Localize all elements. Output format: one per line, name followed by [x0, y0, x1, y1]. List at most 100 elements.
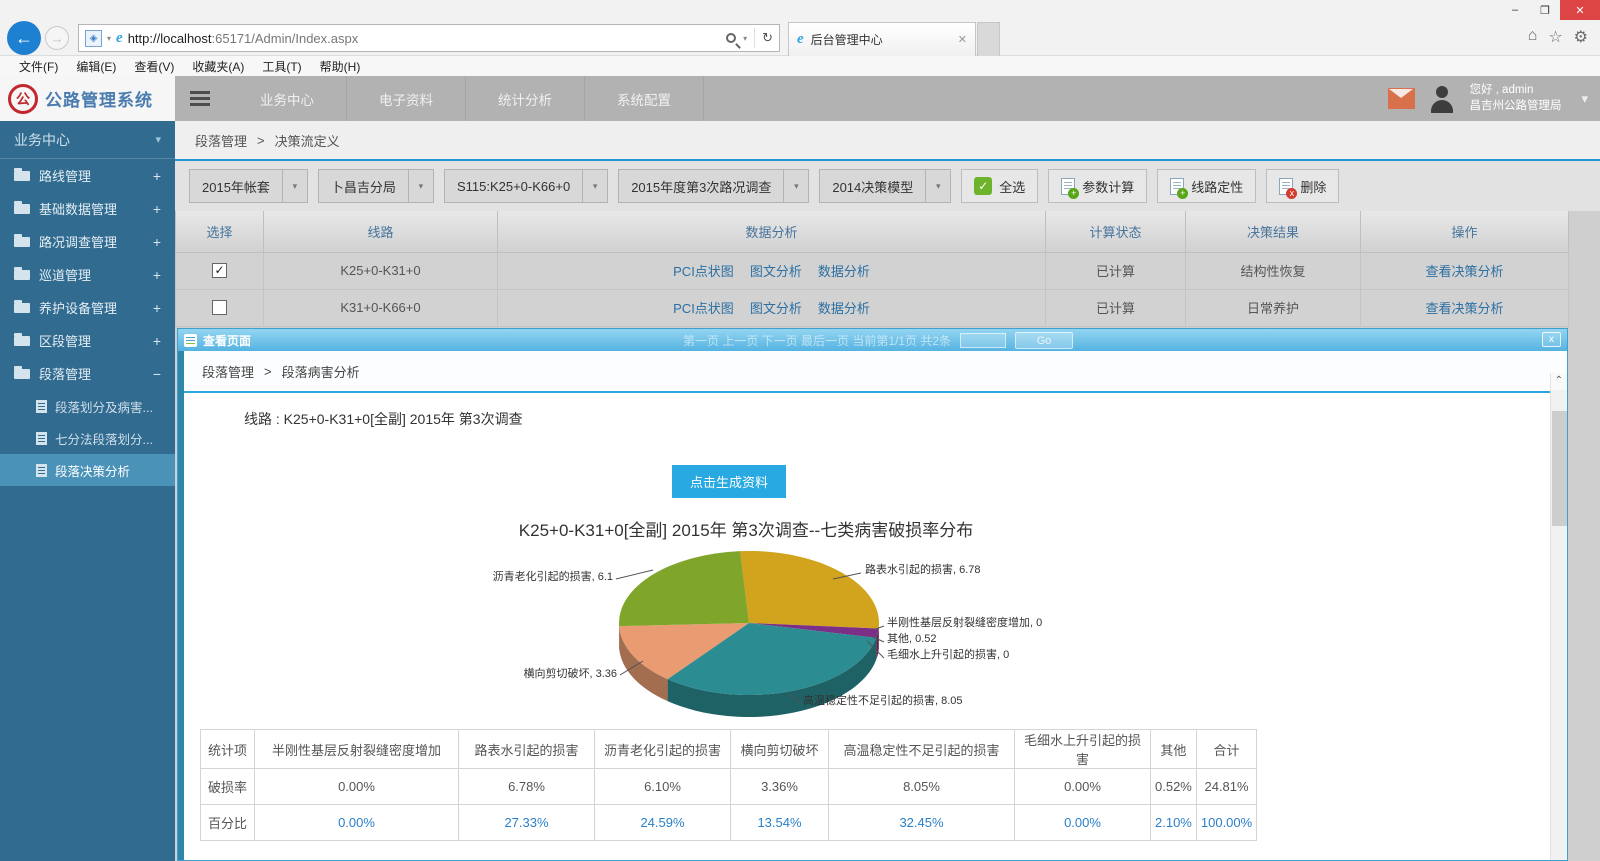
- menu-item-5[interactable]: 工具(T): [253, 58, 310, 75]
- sidebar-item-2[interactable]: 基础数据管理+: [0, 192, 175, 225]
- stats-value: 0.00%: [255, 805, 459, 841]
- sidebar-subitem-3[interactable]: 段落决策分析: [0, 454, 175, 486]
- menu-item-6[interactable]: 帮助(H): [311, 58, 370, 75]
- search-caret-icon[interactable]: ▾: [743, 34, 747, 43]
- stats-value: 24.81%: [1196, 769, 1256, 805]
- refresh-icon[interactable]: ↻: [762, 30, 773, 46]
- chevron-down-icon[interactable]: ▾: [282, 170, 307, 202]
- sidebar-title[interactable]: 业务中心▾: [0, 121, 175, 159]
- chevron-down-icon[interactable]: ▾: [408, 170, 433, 202]
- search-icon[interactable]: [726, 33, 736, 43]
- sidebar-item-1[interactable]: 路线管理+: [0, 159, 175, 192]
- tab-close-icon[interactable]: ✕: [958, 33, 967, 46]
- mail-icon[interactable]: [1388, 88, 1415, 109]
- pie-slice: [619, 551, 749, 626]
- sidebar-item-3[interactable]: 路况调查管理+: [0, 225, 175, 258]
- sidebar-item-7[interactable]: 段落管理−: [0, 357, 175, 390]
- expand-toggle-icon[interactable]: +: [153, 300, 161, 316]
- dropdown-4[interactable]: 2015年度第3次路况调查▾: [618, 169, 809, 203]
- compatibility-icon[interactable]: ◈: [85, 30, 102, 47]
- menu-item-1[interactable]: 文件(F): [10, 58, 67, 75]
- generate-data-button[interactable]: 点击生成资料: [672, 465, 786, 498]
- row-checkbox[interactable]: [212, 300, 227, 315]
- chevron-down-icon[interactable]: ▾: [783, 170, 808, 202]
- expand-toggle-icon[interactable]: +: [153, 267, 161, 283]
- back-button[interactable]: ←: [7, 21, 41, 55]
- expand-toggle-icon[interactable]: +: [153, 168, 161, 184]
- menu-item-2[interactable]: 编辑(E): [67, 58, 125, 75]
- modal-scrollbar[interactable]: ⌃: [1550, 373, 1567, 860]
- top-nav-item-4[interactable]: 系统配置: [585, 76, 704, 121]
- hamburger-menu-icon[interactable]: [190, 91, 210, 106]
- analysis-link-1[interactable]: PCI点状图: [673, 264, 734, 279]
- window-minimize-button[interactable]: –: [1500, 0, 1530, 20]
- window-close-button[interactable]: ✕: [1560, 0, 1600, 20]
- top-nav-item-1[interactable]: 业务中心: [228, 76, 347, 121]
- window-maximize-button[interactable]: ❐: [1530, 0, 1560, 20]
- menu-item-3[interactable]: 查看(V): [125, 58, 183, 75]
- analysis-link-2[interactable]: 图文分析: [750, 264, 802, 279]
- modal-breadcrumb: 段落管理>段落病害分析: [184, 351, 1567, 393]
- user-avatar[interactable]: [1427, 84, 1457, 114]
- user-chevron-down-icon[interactable]: ▾: [1581, 91, 1588, 107]
- tab-title: 后台管理中心: [811, 31, 883, 48]
- app-header: 公 公路管理系统 业务中心电子资料统计分析系统配置 您好 , admin 昌吉州…: [0, 76, 1600, 121]
- chevron-down-icon[interactable]: ▾: [582, 170, 607, 202]
- modal-titlebar[interactable]: 查看页面 第一页 上一页 下一页 最后一页 当前第1/1页 共2条 Go x: [178, 329, 1567, 351]
- forward-button[interactable]: →: [45, 26, 69, 50]
- scroll-up-arrow[interactable]: ⌃: [1551, 373, 1567, 390]
- sidebar-item-5[interactable]: 养护设备管理+: [0, 291, 175, 324]
- toolbar-button-3[interactable]: 线路定性: [1157, 169, 1256, 203]
- sidebar-subitem-1[interactable]: 段落划分及病害...: [0, 390, 175, 422]
- home-icon[interactable]: ⌂: [1528, 27, 1538, 47]
- expand-toggle-icon[interactable]: +: [153, 234, 161, 250]
- page-number-input[interactable]: [960, 333, 1006, 348]
- sidebar-item-4[interactable]: 巡道管理+: [0, 258, 175, 291]
- user-area[interactable]: 您好 , admin 昌吉州公路管理局 ▾: [1388, 76, 1588, 121]
- dropdown-2[interactable]: 卜昌吉分局▾: [318, 169, 434, 203]
- scrollbar-thumb[interactable]: [1552, 411, 1567, 526]
- dropdown-5[interactable]: 2014决策模型▾: [819, 169, 951, 203]
- toolbar-button-1[interactable]: ✓全选: [961, 169, 1038, 203]
- view-decision-link[interactable]: 查看决策分析: [1425, 301, 1503, 316]
- expand-toggle-icon[interactable]: +: [153, 201, 161, 217]
- sidebar: 业务中心▾ 路线管理+基础数据管理+路况调查管理+巡道管理+养护设备管理+区段管…: [0, 121, 175, 861]
- pie-label: 路表水引起的损害, 6.78: [865, 562, 981, 576]
- expand-toggle-icon[interactable]: −: [153, 366, 161, 382]
- top-nav-item-3[interactable]: 统计分析: [466, 76, 585, 121]
- view-decision-link[interactable]: 查看决策分析: [1425, 264, 1503, 279]
- analysis-link-3[interactable]: 数据分析: [818, 301, 870, 316]
- dropdown-3[interactable]: S115:K25+0-K66+0▾: [444, 169, 608, 203]
- settings-gear-icon[interactable]: ⚙: [1574, 27, 1588, 47]
- address-dropdown-caret[interactable]: ▾: [107, 34, 111, 43]
- page-go-button[interactable]: Go: [1015, 332, 1073, 349]
- sidebar-item-6[interactable]: 区段管理+: [0, 324, 175, 357]
- toolbar-button-2[interactable]: 参数计算: [1048, 169, 1147, 203]
- stats-value: 100.00%: [1196, 805, 1256, 841]
- analysis-link-2[interactable]: 图文分析: [750, 301, 802, 316]
- dropdown-1[interactable]: 2015年帐套▾: [189, 169, 308, 203]
- modal-close-button[interactable]: x: [1542, 332, 1561, 347]
- new-tab-button[interactable]: [977, 22, 1000, 56]
- analysis-link-1[interactable]: PCI点状图: [673, 301, 734, 316]
- toolbar-button-4[interactable]: 删除: [1266, 169, 1339, 203]
- expand-toggle-icon[interactable]: +: [153, 333, 161, 349]
- pie-label: 半刚性基层反射裂缝密度增加, 0: [887, 615, 1042, 629]
- analysis-link-3[interactable]: 数据分析: [818, 264, 870, 279]
- stats-row: 百分比0.00%27.33%24.59%13.54%32.45%0.00%2.1…: [201, 805, 1257, 841]
- toolbar-button-label: 参数计算: [1082, 177, 1134, 196]
- chevron-down-icon[interactable]: ▾: [925, 170, 950, 202]
- divider: [754, 28, 755, 48]
- dropdown-value: 2015年度第3次路况调查: [619, 177, 783, 196]
- favorites-star-icon[interactable]: ☆: [1548, 27, 1562, 47]
- row-checkbox[interactable]: ✓: [212, 263, 227, 278]
- sidebar-subitem-2[interactable]: 七分法段落划分...: [0, 422, 175, 454]
- pie-label: 横向剪切破坏, 3.36: [523, 666, 617, 680]
- browser-tab[interactable]: e 后台管理中心 ✕: [788, 22, 976, 56]
- stats-column-header: 毛细水上升引起的损害: [1015, 730, 1151, 769]
- stats-row-label: 百分比: [201, 805, 255, 841]
- menu-item-4[interactable]: 收藏夹(A): [183, 58, 253, 75]
- address-bar[interactable]: ◈ ▾ e http://localhost:65171/Admin/Index…: [78, 24, 780, 52]
- top-nav-item-2[interactable]: 电子资料: [347, 76, 466, 121]
- document-icon: [36, 464, 47, 477]
